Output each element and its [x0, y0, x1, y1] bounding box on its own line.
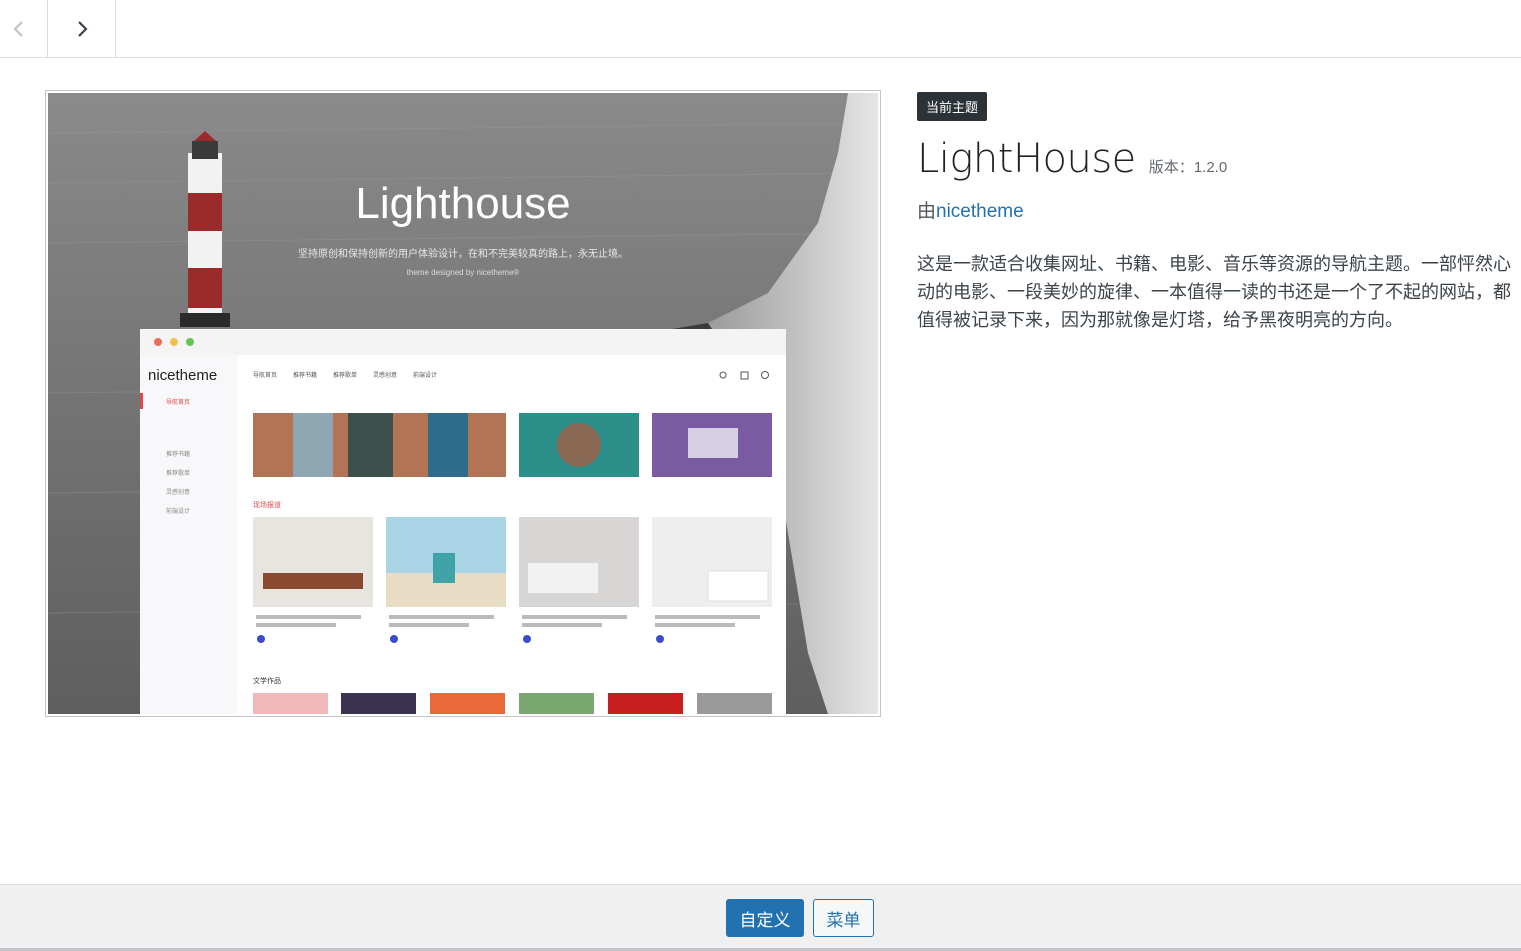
screenshot-section-title: 文学作品: [253, 676, 281, 685]
current-theme-badge: 当前主题: [917, 92, 988, 121]
screenshot-sidebar-item: 前端设计: [166, 507, 190, 515]
theme-info: 当前主题 LightHouse 版本：1.2.0 由nicetheme 这是一款…: [917, 92, 1521, 334]
theme-description: 这是一款适合收集网址、书籍、电影、音乐等资源的导航主题。一部怦然心动的电影、一段…: [917, 254, 1511, 330]
theme-screenshot-image: Lighthouse 坚持原创和保持创新的用户体验设计，在和不完美较真的路上，永…: [48, 93, 878, 714]
screenshot-menu-item: 前端设计: [413, 371, 437, 379]
author-link[interactable]: nicetheme: [936, 201, 1024, 222]
theme-title-row: LightHouse 版本：1.2.0: [917, 136, 1521, 182]
screenshot-hero-subtitle: 坚持原创和保持创新的用户体验设计，在和不完美较真的路上，永无止境。: [298, 247, 628, 260]
screenshot-menu-item: 推荐书籍: [293, 371, 317, 379]
theme-navigation-bar: [0, 0, 1521, 58]
author-prefix: 由: [917, 201, 937, 222]
next-theme-button[interactable]: [48, 0, 116, 57]
screenshot-menu-item: 推荐歌单: [333, 371, 357, 379]
screenshot-brand: nicetheme: [148, 367, 217, 384]
screenshot-sidebar-item: 推荐歌单: [166, 469, 190, 477]
chevron-right-icon: [77, 20, 88, 37]
screenshot-sidebar-item: 灵感创意: [166, 488, 190, 496]
screenshot-menu-item: 灵感创意: [373, 371, 397, 379]
theme-actions-footer: 自定义 菜单: [0, 884, 1521, 948]
screenshot-menu-item: 导航首页: [253, 371, 277, 379]
customize-button[interactable]: 自定义: [726, 899, 804, 937]
chevron-left-icon: [12, 20, 23, 37]
version-number: 1.2.0: [1193, 159, 1228, 176]
screenshot-hero-title: Lighthouse: [355, 179, 570, 228]
previous-theme-button[interactable]: [0, 0, 48, 57]
screenshot-sidebar-item: 导航首页: [166, 398, 190, 406]
theme-screenshot: Lighthouse 坚持原创和保持创新的用户体验设计，在和不完美较真的路上，永…: [45, 90, 881, 717]
theme-name: LightHouse: [917, 136, 1136, 182]
version-label: 版本：: [1148, 159, 1194, 176]
screenshot-sidebar-item: 推荐书籍: [166, 450, 190, 458]
theme-version: 版本：1.2.0: [1149, 156, 1227, 177]
menu-button[interactable]: 菜单: [813, 899, 874, 937]
theme-author: 由nicetheme: [917, 196, 1521, 223]
screenshot-section-title: 现场报道: [253, 500, 281, 509]
screenshot-hero-tagline: theme designed by nicetheme®: [407, 268, 520, 277]
